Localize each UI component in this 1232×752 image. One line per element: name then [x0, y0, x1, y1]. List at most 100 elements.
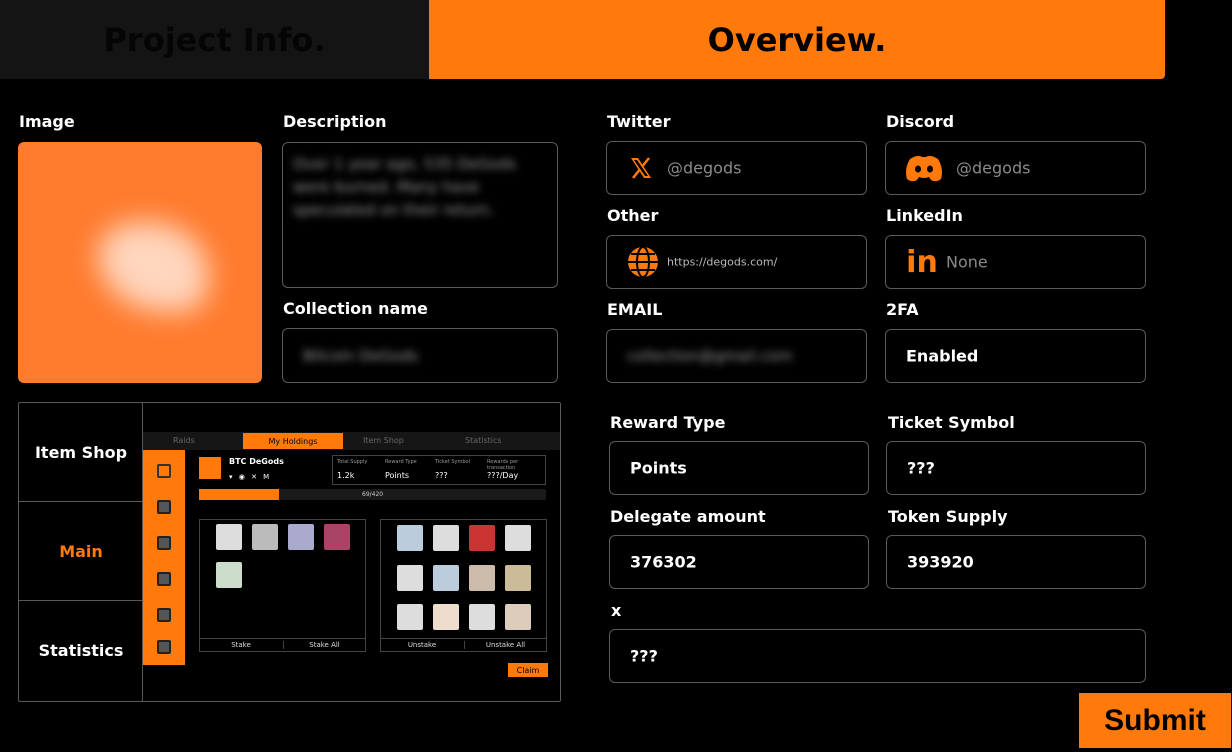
linkedin-field[interactable]: in None — [885, 235, 1146, 289]
preview-stats-panel: Total Supply Reward Type Ticket Symbol R… — [332, 455, 546, 485]
stat-value-ticket: ??? — [435, 471, 448, 480]
nft-thumb — [397, 525, 423, 551]
preview-progress-fill — [199, 489, 279, 500]
x-logo-icon — [627, 154, 655, 182]
email-label: EMAIL — [607, 300, 663, 319]
other-url: https://degods.com/ — [667, 255, 778, 269]
ticket-symbol-value: ??? — [907, 458, 935, 478]
preview-unstake-buttons: Unstake Unstake All — [381, 638, 546, 652]
twofa-label: 2FA — [886, 300, 919, 319]
nft-thumb — [505, 604, 531, 630]
delegate-amount-label: Delegate amount — [610, 507, 766, 526]
preview-sidebar-item-shop[interactable]: Item Shop — [19, 403, 143, 502]
project-image[interactable] — [18, 142, 262, 383]
preview-holdings-panel: Stake Stake All — [199, 519, 366, 652]
x-field[interactable]: ??? — [609, 629, 1146, 683]
nft-thumb — [505, 525, 531, 551]
rail-grid-icon — [157, 608, 171, 622]
token-supply-label: Token Supply — [888, 507, 1008, 526]
discord-handle: @degods — [956, 158, 1031, 178]
delegate-amount-field[interactable]: 376302 — [609, 535, 869, 589]
preview-tab-raids: Raids — [173, 436, 195, 445]
preview-sidebar-statistics-label: Statistics — [38, 641, 124, 660]
preview-tabs: Raids My Holdings Item Shop Statistics — [143, 432, 560, 450]
nft-thumb — [216, 562, 242, 588]
preview-staked-panel: Unstake Unstake All — [380, 519, 547, 652]
preview-sidebar-main[interactable]: Main — [19, 502, 143, 601]
nft-thumb — [252, 524, 278, 550]
nft-thumb — [397, 565, 423, 591]
nft-thumb — [324, 524, 350, 550]
stat-header-rewards: Rewards per transaction — [487, 459, 519, 471]
rail-linkedin-icon — [157, 572, 171, 586]
stat-header-ticket: Ticket Symbol — [435, 459, 471, 465]
collection-name-label: Collection name — [283, 299, 428, 318]
preview-tab-item-shop: Item Shop — [363, 436, 404, 445]
other-label: Other — [607, 206, 659, 225]
ticket-symbol-field[interactable]: ??? — [886, 441, 1146, 495]
nft-thumb — [505, 565, 531, 591]
reward-type-value: Points — [630, 458, 687, 478]
delegate-amount-value: 376302 — [630, 552, 697, 572]
preview-sidebar-main-label: Main — [59, 541, 103, 561]
preview-stake-all-button[interactable]: Stake All — [283, 641, 365, 649]
stat-value-rewards: ???/Day — [487, 471, 519, 480]
other-field[interactable]: https://degods.com/ — [606, 235, 867, 289]
linkedin-label: LinkedIn — [886, 206, 963, 225]
image-placeholder-shape — [98, 222, 208, 312]
twofa-value: Enabled — [906, 346, 979, 366]
rail-home-icon — [157, 464, 171, 478]
tab-overview[interactable]: Overview. — [429, 0, 1165, 79]
description-field[interactable]: Over 1 year ago, 535 DeGods were burned.… — [282, 142, 558, 288]
preview-claim-button[interactable]: Claim — [508, 663, 548, 677]
x-label: x — [611, 601, 622, 620]
twitter-label: Twitter — [607, 112, 671, 131]
nft-thumb — [397, 604, 423, 630]
preview-progress-label: 69/420 — [362, 491, 384, 498]
twitter-handle: @degods — [667, 158, 742, 178]
reward-type-label: Reward Type — [610, 413, 726, 432]
rail-wallet-icon — [157, 536, 171, 550]
nft-thumb — [469, 525, 495, 551]
nft-thumb — [216, 524, 242, 550]
preview-collection-avatar — [199, 457, 221, 479]
discord-icon — [904, 154, 944, 182]
preview-sidebar-item-shop-label: Item Shop — [34, 442, 128, 462]
nft-thumb — [433, 565, 459, 591]
twitter-field[interactable]: @degods — [606, 141, 867, 195]
email-value: collection@gmail.com — [627, 347, 793, 365]
stat-header-supply: Total Supply — [337, 459, 368, 465]
preview-stake-buttons: Stake Stake All — [200, 638, 365, 652]
dashboard-preview: Item Shop Main Statistics Raids My Holdi… — [18, 402, 561, 702]
preview-main: Raids My Holdings Item Shop Statistics B… — [143, 403, 560, 701]
preview-sidebar-statistics[interactable]: Statistics — [19, 601, 143, 700]
twofa-field[interactable]: Enabled — [885, 329, 1146, 383]
discord-field[interactable]: @degods — [885, 141, 1146, 195]
nft-thumb — [288, 524, 314, 550]
preview-tab-my-holdings: My Holdings — [243, 433, 343, 449]
nft-thumb — [469, 604, 495, 630]
collection-name-text: Bitcoin DeGods — [303, 347, 419, 365]
rail-x-icon — [157, 500, 171, 514]
linkedin-icon: in — [906, 244, 938, 280]
rail-save-icon — [157, 640, 171, 654]
preview-icon-rail — [143, 450, 185, 665]
tab-project-info-label: Project Info. — [103, 20, 326, 59]
stat-value-reward: Points — [385, 471, 410, 480]
submit-button[interactable]: Submit — [1079, 693, 1231, 748]
description-text: Over 1 year ago, 535 DeGods were burned.… — [293, 155, 517, 219]
preview-sidebar: Item Shop Main Statistics — [19, 403, 143, 701]
preview-unstake-all-button[interactable]: Unstake All — [464, 641, 546, 649]
nft-thumb — [433, 604, 459, 630]
preview-progress-bar: 69/420 — [199, 489, 546, 500]
preview-collection-name: BTC DeGods — [229, 457, 284, 466]
stat-value-supply: 1.2k — [337, 471, 355, 480]
reward-type-field[interactable]: Points — [609, 441, 869, 495]
token-supply-field[interactable]: 393920 — [886, 535, 1146, 589]
nft-thumb — [433, 525, 459, 551]
preview-stake-button[interactable]: Stake — [200, 641, 282, 649]
collection-name-field[interactable]: Bitcoin DeGods — [282, 328, 558, 383]
email-field[interactable]: collection@gmail.com — [606, 329, 867, 383]
preview-unstake-button[interactable]: Unstake — [381, 641, 463, 649]
tab-project-info[interactable]: Project Info. — [0, 0, 429, 79]
